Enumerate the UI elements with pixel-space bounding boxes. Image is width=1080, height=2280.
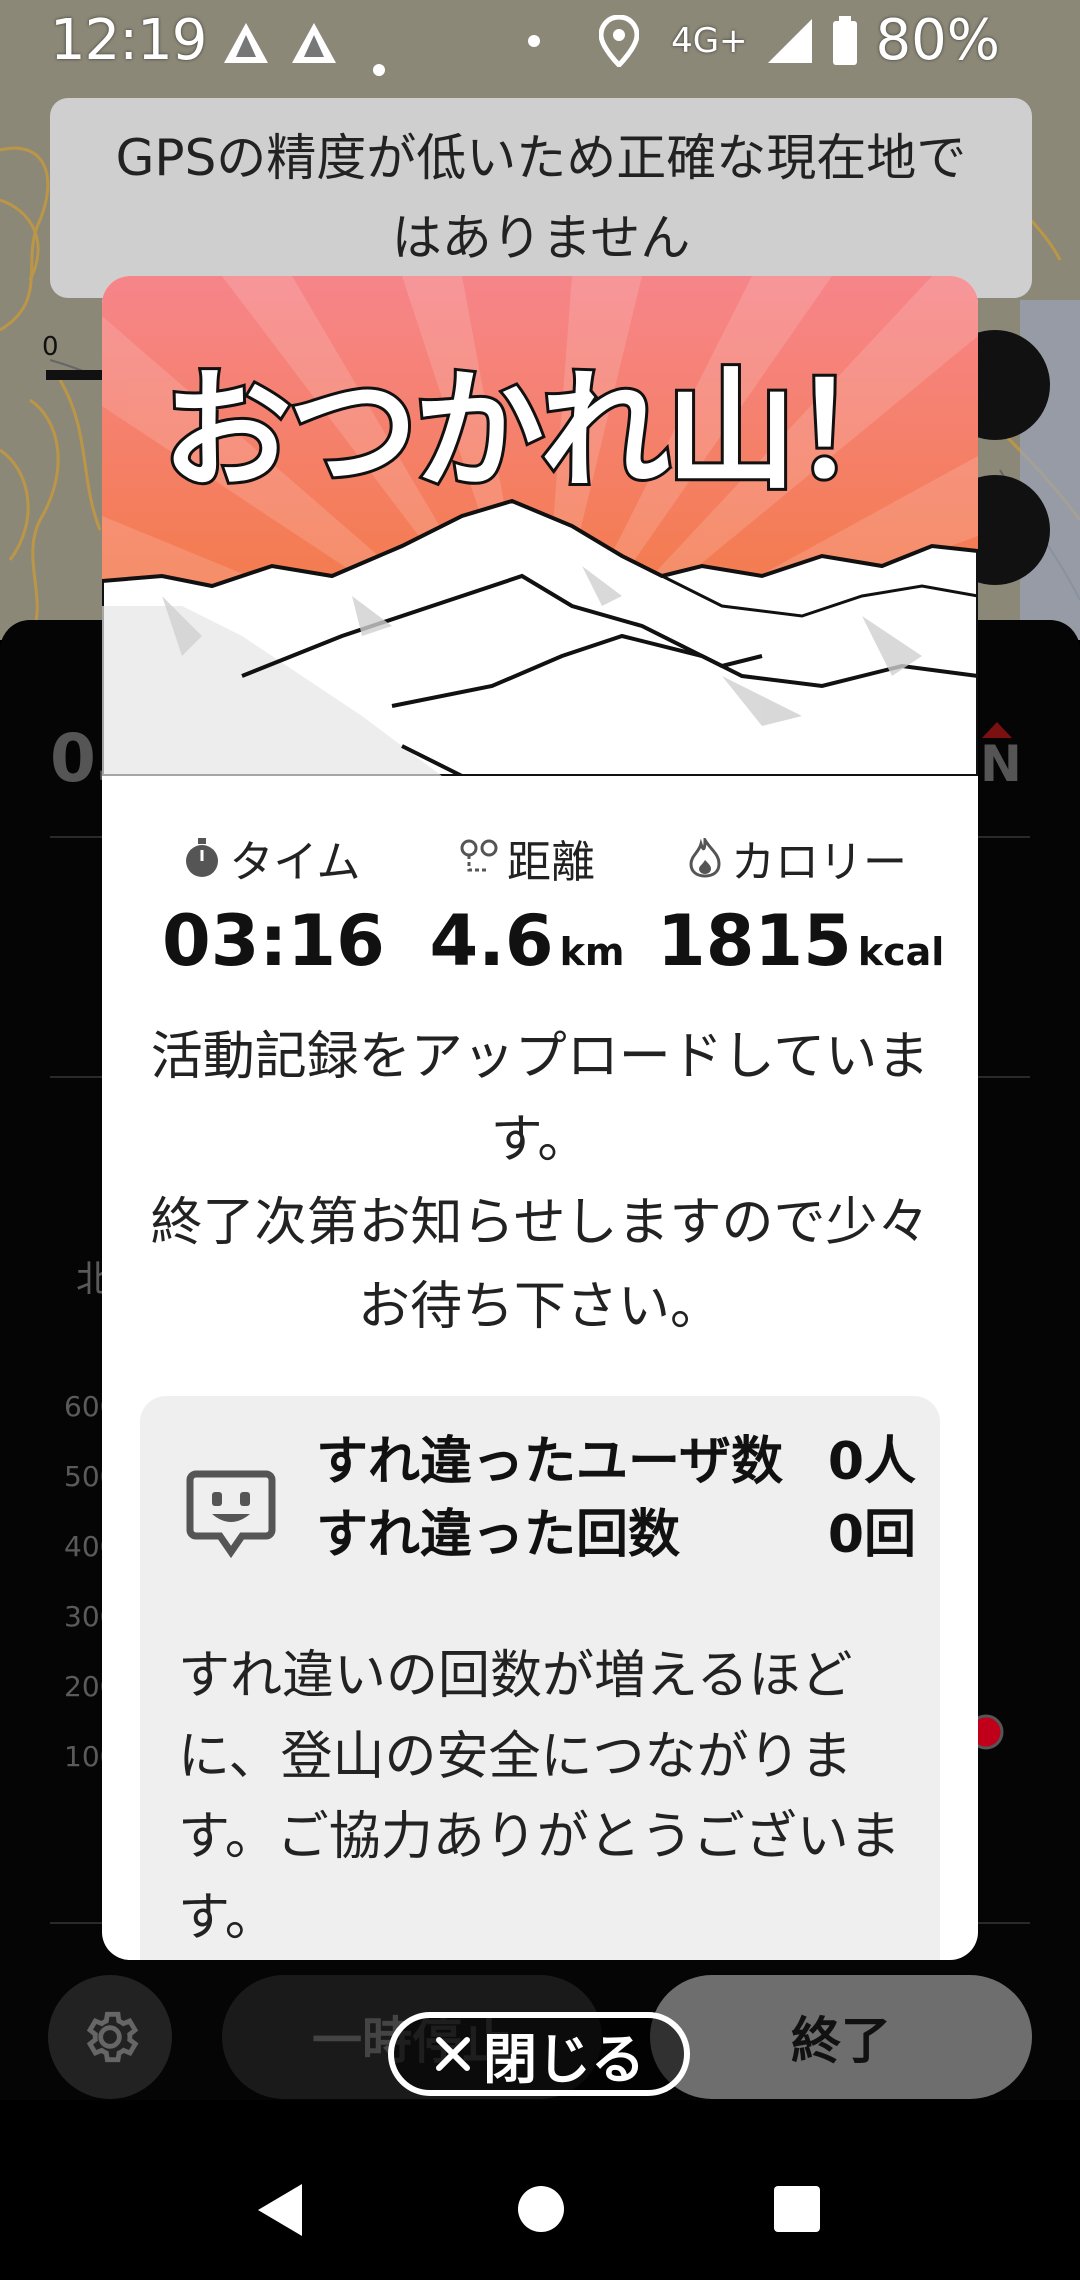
stopwatch-icon — [186, 838, 219, 877]
pass-count-label: すれ違った回数 — [316, 1504, 681, 1565]
status-time: 12:19 — [50, 8, 207, 73]
stat-calories: カロリー 1815 kcal — [657, 826, 944, 982]
pass-info-box: すれ違ったユーザ数 0人 すれ違った回数 0回 すれ違いの回数が増えるほどに、登… — [140, 1396, 940, 1960]
notification-warning-icon — [290, 18, 338, 78]
stat-distance-value: 4.6 — [429, 900, 554, 982]
recents-icon[interactable] — [772, 2184, 822, 2234]
pass-count-value: 0回 — [827, 1504, 916, 1565]
dialog-title: おつかれ山！ — [159, 352, 925, 510]
pass-count-row: すれ違った回数 0回 — [316, 1499, 916, 1572]
map-scale-bar — [46, 370, 106, 380]
pass-user-icon — [186, 1470, 276, 1559]
stat-distance-label: 距離 — [507, 837, 595, 888]
battery-percent: 80% — [875, 8, 1000, 73]
upload-message-line: 活動記録をアップロードしています。 — [150, 1027, 930, 1171]
back-icon[interactable] — [254, 2182, 304, 2238]
compass-north-icon — [982, 722, 1012, 738]
gps-accuracy-banner: GPSの精度が低いため正確な現在地ではありません — [50, 98, 1032, 298]
notification-dot-icon — [372, 30, 386, 90]
network-type: 4G+ — [671, 20, 748, 61]
close-icon — [436, 2037, 470, 2071]
notification-warning-icon — [222, 18, 270, 78]
pass-users-row: すれ違ったユーザ数 0人 — [316, 1426, 916, 1499]
dialog-header: おつかれ山！ — [102, 276, 978, 778]
gear-icon — [86, 2011, 139, 2063]
flame-icon — [689, 838, 721, 878]
close-label: 閉じる — [483, 2027, 645, 2091]
pass-description: すれ違いの回数が増えるほどに、登山の安全につながります。ご協力ありがとうございま… — [178, 1646, 901, 1948]
battery-icon — [832, 15, 857, 65]
stat-time: タイム 03:16 — [162, 826, 385, 982]
completion-dialog: おつかれ山！ タイム 03:16 距離 4.6 km カロリー 1815 kca… — [102, 276, 978, 1960]
pass-users-label: すれ違ったユーザ数 — [316, 1432, 783, 1492]
map-scale-label: 0 — [42, 332, 59, 362]
compass-partial: N — [980, 735, 1022, 793]
stat-distance-unit: km — [559, 930, 625, 974]
route-icon — [460, 839, 498, 872]
settings-button[interactable] — [48, 1975, 172, 2099]
system-nav-bar — [0, 2150, 1080, 2280]
stat-calories-label: カロリー — [731, 837, 907, 888]
status-bar: 12:19 4G+ 80% — [0, 0, 1080, 80]
notification-dot-icon — [528, 34, 541, 47]
location-icon — [599, 14, 640, 67]
stat-time-label: タイム — [229, 837, 361, 888]
pass-users-value: 0人 — [827, 1432, 916, 1492]
stat-time-value: 03:16 — [162, 900, 385, 982]
end-button[interactable]: 終了 — [650, 1975, 1032, 2099]
stat-calories-unit: kcal — [857, 930, 945, 974]
signal-icon — [767, 18, 812, 63]
close-button[interactable]: 閉じる — [388, 2012, 690, 2096]
stat-distance: 距離 4.6 km — [427, 826, 627, 982]
home-icon[interactable] — [516, 2184, 566, 2234]
upload-status-message: 活動記録をアップロードしています。 終了次第お知らせしますので少々お待ち下さい。 — [142, 1016, 938, 1349]
upload-message-line: 終了次第お知らせしますので少々お待ち下さい。 — [150, 1193, 930, 1337]
activity-stats: タイム 03:16 距離 4.6 km カロリー 1815 kcal — [102, 826, 978, 982]
stat-calories-value: 1815 — [657, 900, 852, 982]
